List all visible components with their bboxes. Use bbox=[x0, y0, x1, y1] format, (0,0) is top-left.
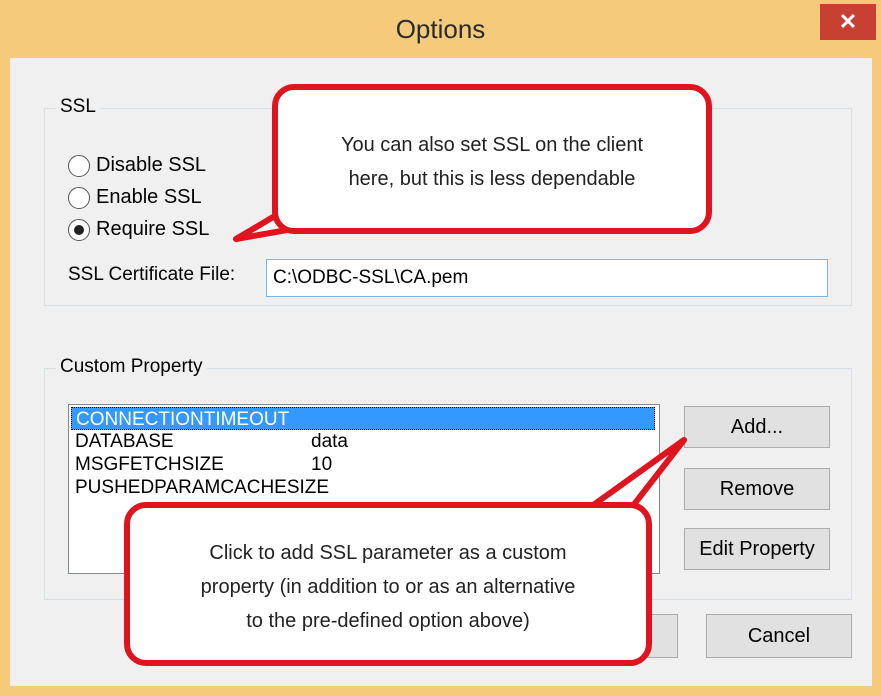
callout-line: here, but this is less dependable bbox=[348, 168, 636, 190]
callout-line: You can also set SSL on the client bbox=[340, 134, 644, 156]
ssl-note-callout: You can also set SSL on the client here,… bbox=[272, 84, 712, 234]
callout-line: to the pre-defined option above) bbox=[246, 610, 530, 632]
callout-line: Click to add SSL parameter as a custom bbox=[209, 542, 567, 564]
options-dialog: Options ✕ SSL Disable SSL Enable SSL Req… bbox=[0, 0, 881, 696]
add-note-callout: Click to add SSL parameter as a custom p… bbox=[124, 502, 652, 666]
callout-line: property (in addition to or as an altern… bbox=[200, 576, 576, 598]
